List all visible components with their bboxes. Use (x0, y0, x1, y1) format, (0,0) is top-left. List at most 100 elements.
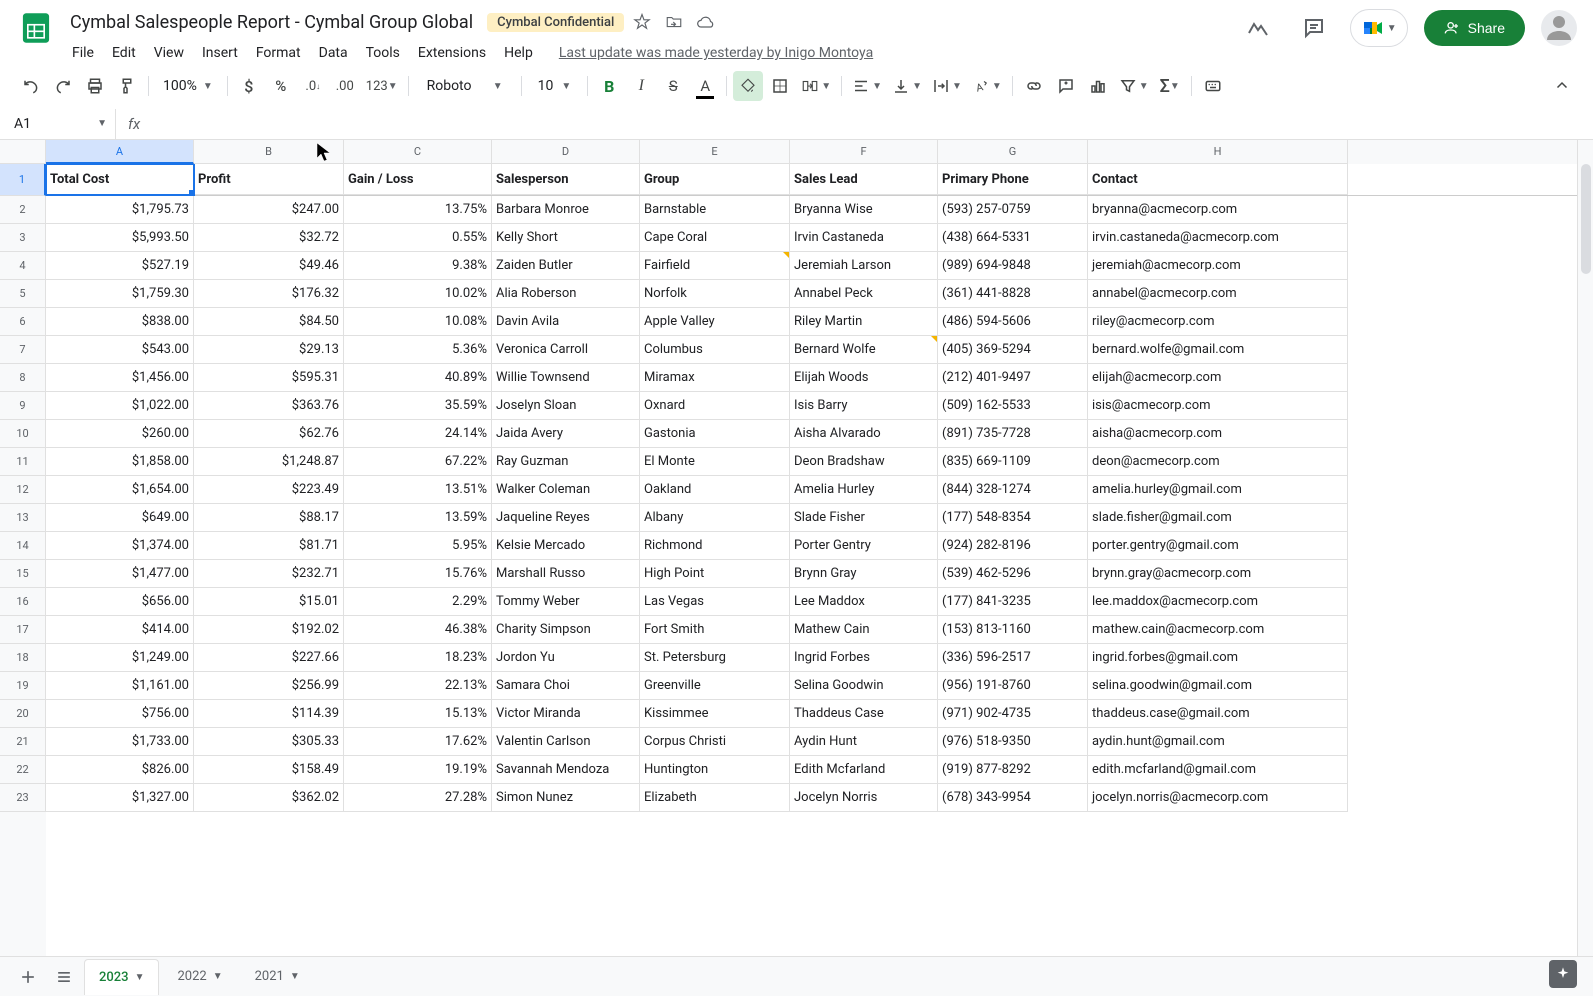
data-cell[interactable]: Edith Mcfarland (790, 756, 938, 784)
data-cell[interactable]: $176.32 (194, 280, 344, 308)
data-cell[interactable]: Jocelyn Norris (790, 784, 938, 812)
data-cell[interactable]: Jeremiah Larson (790, 252, 938, 280)
data-cell[interactable]: Joselyn Sloan (492, 392, 640, 420)
data-cell[interactable]: Zaiden Butler (492, 252, 640, 280)
activity-icon[interactable] (1238, 8, 1278, 48)
data-cell[interactable]: $527.19 (46, 252, 194, 280)
italic-button[interactable]: I (626, 71, 656, 101)
data-cell[interactable]: $232.71 (194, 560, 344, 588)
data-cell[interactable]: $305.33 (194, 728, 344, 756)
data-cell[interactable]: Albany (640, 504, 790, 532)
data-cell[interactable]: $15.01 (194, 588, 344, 616)
menu-file[interactable]: File (64, 41, 102, 65)
data-cell[interactable]: Miramax (640, 364, 790, 392)
menu-format[interactable]: Format (248, 41, 309, 65)
data-cell[interactable]: $1,759.30 (46, 280, 194, 308)
column-header-D[interactable]: D (492, 140, 640, 164)
data-cell[interactable]: Elijah Woods (790, 364, 938, 392)
data-cell[interactable]: $49.46 (194, 252, 344, 280)
font-size-selector[interactable]: 10▼ (528, 71, 582, 101)
data-cell[interactable]: thaddeus.case@gmail.com (1088, 700, 1348, 728)
comment-button[interactable] (1051, 71, 1081, 101)
data-cell[interactable]: Walker Coleman (492, 476, 640, 504)
data-cell[interactable]: Richmond (640, 532, 790, 560)
data-cell[interactable]: Oxnard (640, 392, 790, 420)
data-cell[interactable]: Columbus (640, 336, 790, 364)
bold-button[interactable]: B (594, 71, 624, 101)
data-cell[interactable]: porter.gentry@gmail.com (1088, 532, 1348, 560)
rotate-button[interactable]: A▼ (968, 71, 1006, 101)
vertical-scrollbar[interactable] (1577, 140, 1593, 956)
move-icon[interactable] (664, 12, 684, 32)
document-title[interactable]: Cymbal Salespeople Report - Cymbal Group… (64, 10, 479, 35)
data-cell[interactable]: 18.23% (344, 644, 492, 672)
data-cell[interactable]: (924) 282-8196 (938, 532, 1088, 560)
data-cell[interactable]: jocelyn.norris@acmecorp.com (1088, 784, 1348, 812)
row-header-21[interactable]: 21 (0, 728, 46, 756)
data-cell[interactable]: (361) 441-8828 (938, 280, 1088, 308)
data-cell[interactable]: aisha@acmecorp.com (1088, 420, 1348, 448)
data-cell[interactable]: selina.goodwin@gmail.com (1088, 672, 1348, 700)
data-cell[interactable]: Kissimmee (640, 700, 790, 728)
data-cell[interactable]: $1,456.00 (46, 364, 194, 392)
data-cell[interactable]: elijah@acmecorp.com (1088, 364, 1348, 392)
data-cell[interactable]: 5.95% (344, 532, 492, 560)
data-cell[interactable]: ingrid.forbes@gmail.com (1088, 644, 1348, 672)
all-sheets-button[interactable] (48, 961, 80, 993)
data-cell[interactable]: Thaddeus Case (790, 700, 938, 728)
data-cell[interactable]: Victor Miranda (492, 700, 640, 728)
data-cell[interactable]: Annabel Peck (790, 280, 938, 308)
currency-button[interactable]: $ (234, 71, 264, 101)
data-cell[interactable]: Barnstable (640, 196, 790, 224)
data-cell[interactable]: Kelsie Mercado (492, 532, 640, 560)
data-cell[interactable]: 35.59% (344, 392, 492, 420)
row-header-23[interactable]: 23 (0, 784, 46, 812)
wrap-button[interactable]: ▼ (928, 71, 966, 101)
fill-color-button[interactable] (733, 71, 763, 101)
data-cell[interactable]: (405) 369-5294 (938, 336, 1088, 364)
data-cell[interactable]: Porter Gentry (790, 532, 938, 560)
data-cell[interactable]: 0.55% (344, 224, 492, 252)
data-cell[interactable]: $414.00 (46, 616, 194, 644)
data-cell[interactable]: $1,022.00 (46, 392, 194, 420)
data-cell[interactable]: lee.maddox@acmecorp.com (1088, 588, 1348, 616)
data-cell[interactable]: deon@acmecorp.com (1088, 448, 1348, 476)
valign-button[interactable]: ▼ (888, 71, 926, 101)
data-cell[interactable]: (539) 462-5296 (938, 560, 1088, 588)
star-icon[interactable] (632, 12, 652, 32)
name-box[interactable]: A1▼ (6, 109, 116, 139)
data-cell[interactable]: slade.fisher@gmail.com (1088, 504, 1348, 532)
data-cell[interactable]: 22.13% (344, 672, 492, 700)
data-cell[interactable]: brynn.gray@acmecorp.com (1088, 560, 1348, 588)
row-header-13[interactable]: 13 (0, 504, 46, 532)
data-cell[interactable]: Charity Simpson (492, 616, 640, 644)
data-cell[interactable]: 17.62% (344, 728, 492, 756)
data-cell[interactable]: Riley Martin (790, 308, 938, 336)
data-cell[interactable]: 24.14% (344, 420, 492, 448)
data-cell[interactable]: $1,858.00 (46, 448, 194, 476)
header-cell[interactable]: Primary Phone (938, 164, 1088, 195)
data-cell[interactable]: $1,161.00 (46, 672, 194, 700)
sheets-logo[interactable] (16, 8, 56, 48)
data-cell[interactable]: Apple Valley (640, 308, 790, 336)
data-cell[interactable]: $247.00 (194, 196, 344, 224)
data-cell[interactable]: (486) 594-5606 (938, 308, 1088, 336)
data-cell[interactable]: Barbara Monroe (492, 196, 640, 224)
data-cell[interactable]: Ray Guzman (492, 448, 640, 476)
data-cell[interactable]: Las Vegas (640, 588, 790, 616)
data-cell[interactable]: Huntington (640, 756, 790, 784)
data-cell[interactable]: isis@acmecorp.com (1088, 392, 1348, 420)
collapse-toolbar-button[interactable] (1547, 71, 1577, 101)
data-cell[interactable]: $5,993.50 (46, 224, 194, 252)
data-cell[interactable]: $192.02 (194, 616, 344, 644)
header-cell[interactable]: Profit (194, 164, 344, 195)
data-cell[interactable]: Aisha Alvarado (790, 420, 938, 448)
data-cell[interactable]: $1,374.00 (46, 532, 194, 560)
data-cell[interactable]: St. Petersburg (640, 644, 790, 672)
data-cell[interactable]: 13.51% (344, 476, 492, 504)
explore-button[interactable] (1549, 960, 1577, 988)
data-cell[interactable]: Norfolk (640, 280, 790, 308)
strikethrough-button[interactable]: S (658, 71, 688, 101)
row-header-14[interactable]: 14 (0, 532, 46, 560)
data-cell[interactable]: $29.13 (194, 336, 344, 364)
